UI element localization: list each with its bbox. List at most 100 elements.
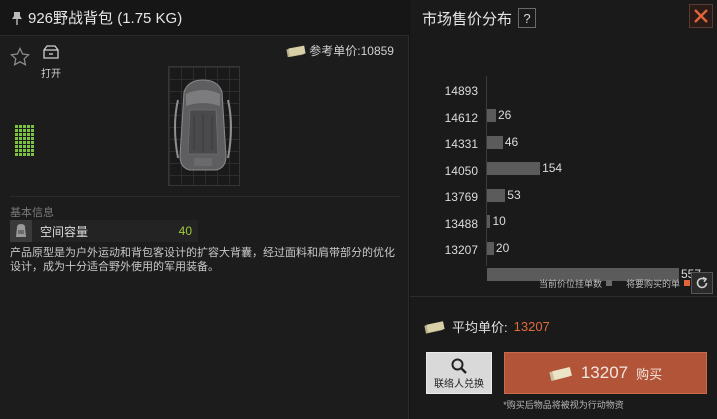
contact-exchange-label: 联络人兑换 <box>434 378 484 390</box>
capacity-cell <box>27 153 30 156</box>
bar-value-label: 154 <box>542 161 563 176</box>
capacity-cell <box>19 153 22 156</box>
reference-price: 参考单价:10859 <box>286 42 394 59</box>
item-header: 926野战背包 (1.75 KG) <box>0 0 409 36</box>
capacity-cell <box>31 149 34 152</box>
banknote-icon <box>286 45 306 57</box>
open-button[interactable]: 打开 <box>38 45 64 80</box>
magnifier-icon <box>451 358 467 374</box>
market-panel: 市场售价分布 ? 14893 14612 14331 14050 13769 13488 1… <box>410 0 717 419</box>
refresh-icon <box>696 276 708 289</box>
average-price-label: 平均单价: <box>452 320 508 335</box>
item-detail-panel: 926野战背包 (1.75 KG) 打开 参考单价:10859 基本信息 空间容… <box>0 0 409 419</box>
contact-exchange-button[interactable]: 联络人兑换 <box>426 352 492 394</box>
capacity-cell <box>23 145 26 148</box>
bar-value-label: 20 <box>495 240 510 255</box>
stat-capacity-row: 空间容量 40 <box>10 220 198 242</box>
capacity-cell <box>15 153 18 156</box>
close-button[interactable] <box>689 4 713 28</box>
capacity-cell <box>23 141 26 144</box>
stat-value: 40 <box>178 224 192 238</box>
price-bar <box>487 241 494 255</box>
price-bar <box>487 188 506 202</box>
capacity-cell <box>19 145 22 148</box>
bar-value-label: 53 <box>507 187 521 202</box>
capacity-cell <box>23 129 26 132</box>
capacity-cell <box>15 145 18 148</box>
capacity-cell <box>31 125 34 128</box>
legend-buy-label: 将要购买的单 <box>625 278 680 289</box>
price-tick-label: 14893 <box>444 84 478 98</box>
capacity-cell <box>27 137 30 140</box>
buy-button[interactable]: 13207 购买 <box>504 352 707 394</box>
capacity-cell <box>23 137 26 140</box>
capacity-meter <box>15 125 37 157</box>
capacity-cell <box>31 153 34 156</box>
capacity-cell <box>27 129 30 132</box>
capacity-cell <box>19 125 22 128</box>
section-divider <box>10 196 400 197</box>
capacity-cell <box>19 133 22 136</box>
legend-buy-swatch <box>684 280 690 286</box>
price-tick-label: 13207 <box>444 243 478 257</box>
buy-price: 13207 <box>580 363 629 382</box>
banknote-icon <box>549 366 572 381</box>
average-price-row: 平均单价: 13207 <box>424 317 550 336</box>
stat-label: 空间容量 <box>40 224 89 239</box>
price-bar <box>487 135 503 149</box>
capacity-cell <box>31 129 34 132</box>
capacity-cell <box>15 149 18 152</box>
capacity-cell <box>31 133 34 136</box>
refresh-button[interactable] <box>691 272 713 294</box>
capacity-cell <box>27 141 30 144</box>
price-tick-label: 13769 <box>444 190 478 204</box>
bar-value-label: 26 <box>497 108 512 123</box>
star-icon[interactable] <box>10 47 30 67</box>
capacity-cell <box>27 133 30 136</box>
chart-legend: 当前价位挂单数 将要购买的单 <box>410 274 690 292</box>
price-bar <box>487 215 491 229</box>
buy-label: 购买 <box>636 366 663 382</box>
capacity-cell <box>19 141 22 144</box>
price-bar <box>487 109 496 123</box>
price-bar <box>487 162 541 176</box>
legend-buy: 将要购买的单 <box>626 277 690 290</box>
capacity-cell <box>15 137 18 140</box>
buy-note: *购买后物品将被视为行动物资 <box>503 400 624 410</box>
capacity-cell <box>23 133 26 136</box>
reference-price-text: 参考单价:10859 <box>309 44 394 58</box>
close-icon <box>694 9 708 23</box>
market-header: 市场售价分布 ? <box>410 0 717 36</box>
help-button[interactable]: ? <box>518 8 537 28</box>
price-tick-label: 14050 <box>444 163 478 178</box>
pin-icon <box>12 11 22 25</box>
capacity-cell <box>15 129 18 132</box>
capacity-cell <box>27 125 30 128</box>
open-box-icon <box>43 45 59 59</box>
bar-value-label: 46 <box>504 134 519 149</box>
capacity-cell <box>31 145 34 148</box>
capacity-cell <box>27 145 30 148</box>
legend-current-label: 当前价位挂单数 <box>538 278 602 289</box>
backpack-icon <box>10 220 32 242</box>
capacity-cell <box>27 149 30 152</box>
item-title: 926野战背包 (1.75 KG) <box>28 10 183 27</box>
price-tick-label: 14331 <box>444 137 478 151</box>
section-label: 基本信息 <box>10 207 54 219</box>
right-divider <box>410 296 717 297</box>
capacity-cell <box>23 153 26 156</box>
legend-current-swatch <box>605 280 612 286</box>
banknote-icon <box>424 320 445 334</box>
price-distribution-chart: 14893 14612 14331 14050 13769 13488 13207 26 46 1… <box>410 70 717 282</box>
capacity-cell <box>31 137 34 140</box>
capacity-cell <box>31 141 34 144</box>
capacity-cell <box>23 149 26 152</box>
price-tick-label: 13488 <box>444 216 478 231</box>
capacity-cell <box>15 141 18 144</box>
legend-current: 当前价位挂单数 <box>539 277 612 290</box>
average-price-value: 13207 <box>513 319 550 334</box>
open-label: 打开 <box>41 69 61 80</box>
capacity-cell <box>15 125 18 128</box>
capacity-cell <box>23 125 26 128</box>
market-title: 市场售价分布 <box>422 10 513 28</box>
